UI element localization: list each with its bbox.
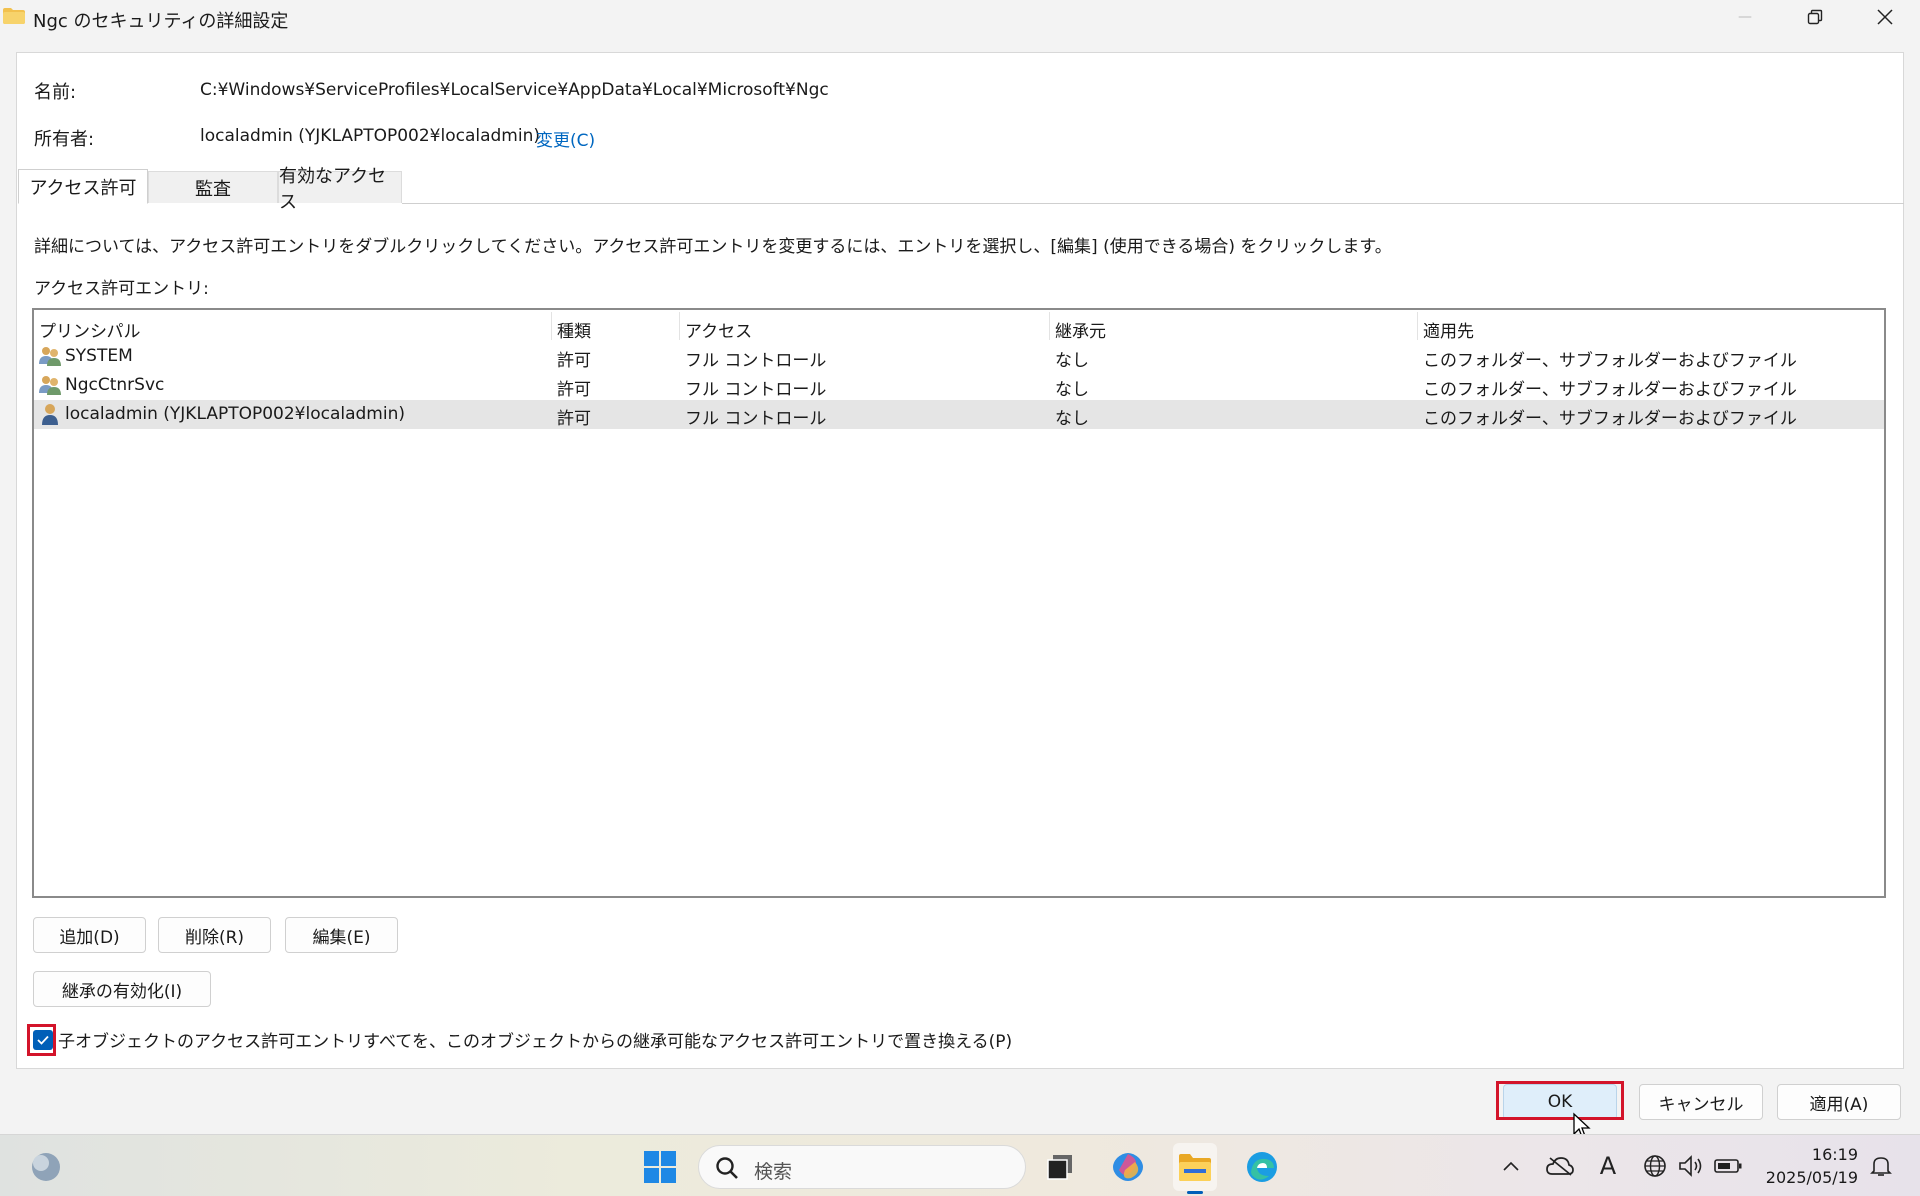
entry-access: フル コントロール [685,351,827,371]
speaker-icon [1679,1155,1702,1177]
copilot-icon [1113,1153,1143,1181]
tab-auditing[interactable]: 監査 [148,171,278,203]
ime-mode-indicator[interactable]: A [1594,1151,1622,1181]
principal-name: SYSTEM [65,346,133,366]
entry-inherited-from: なし [1055,409,1089,429]
clock-date: 2025/05/19 [1765,1168,1858,1187]
clock-time: 16:19 [1811,1145,1858,1164]
entries-label: アクセス許可エントリ: [34,279,209,299]
start-button[interactable] [640,1147,680,1187]
weather-icon [32,1153,60,1181]
column-separator[interactable] [679,312,680,340]
group-users-icon [39,376,61,395]
battery-icon [1714,1159,1742,1173]
chevron-up-icon [1503,1161,1519,1171]
network-button[interactable] [1640,1151,1670,1181]
widgets-button[interactable] [28,1149,64,1185]
close-icon [1877,9,1893,25]
entry-applies-to: このフォルダー、サブフォルダーおよびファイル [1423,409,1797,429]
file-explorer-icon [1179,1154,1211,1181]
principal-name: NgcCtnrSvc [65,375,165,395]
column-inherited-from[interactable]: 継承元 [1055,317,1106,342]
owner-value: localadmin (YJKLAPTOP002¥localadmin) [200,126,540,146]
column-separator[interactable] [1049,312,1050,340]
group-users-icon [39,347,61,366]
task-view-icon [1047,1155,1072,1180]
window-title: Ngc のセキュリティの詳細設定 [33,11,289,32]
network-globe-icon [1644,1155,1666,1177]
task-view-button[interactable] [1040,1147,1080,1187]
notifications-button[interactable] [1866,1151,1896,1181]
file-explorer-button[interactable] [1173,1143,1217,1191]
checkmark-icon [37,1035,49,1045]
owner-label: 所有者: [34,129,95,150]
permission-entries-table[interactable]: プリンシパル 種類 アクセス 継承元 適用先 SYSTEM 許可 フル コントロ… [32,308,1886,898]
column-applies-to[interactable]: 適用先 [1423,317,1474,342]
bell-icon [1870,1157,1892,1176]
user-icon [42,404,58,425]
edit-button[interactable]: 編集(E) [285,917,398,953]
search-icon [716,1157,738,1179]
entry-applies-to: このフォルダー、サブフォルダーおよびファイル [1423,351,1797,371]
replace-permissions-label[interactable]: 子オブジェクトのアクセス許可エントリすべてを、このオブジェクトからの継承可能なア… [58,1027,1012,1052]
change-owner-link[interactable]: 変更(C) [536,126,595,151]
entry-type: 許可 [557,351,591,371]
edge-icon [1247,1152,1277,1182]
entry-type: 許可 [557,409,591,429]
column-access[interactable]: アクセス [685,317,752,342]
entry-applies-to: このフォルダー、サブフォルダーおよびファイル [1423,380,1797,400]
replace-permissions-checkbox[interactable] [33,1030,53,1050]
apply-button[interactable]: 適用(A) [1777,1084,1901,1120]
copilot-button[interactable] [1108,1147,1148,1187]
cancel-button[interactable]: キャンセル [1639,1084,1763,1120]
entry-access: フル コントロール [685,409,827,429]
taskbar-search[interactable]: 検索 [698,1145,1026,1189]
folder-icon [3,8,25,24]
instructions-text: 詳細については、アクセス許可エントリをダブルクリックしてください。アクセス許可エ… [34,237,1392,257]
volume-button[interactable] [1676,1151,1706,1181]
show-hidden-icons-button[interactable] [1498,1152,1524,1180]
tab-effective-access[interactable]: 有効なアクセス [278,166,402,213]
entry-access: フル コントロール [685,380,827,400]
minimize-icon: — [1738,9,1752,25]
tab-permissions[interactable]: アクセス許可 [18,169,148,204]
taskbar: 検索 A 16:19 2025/05/19 [0,1134,1920,1196]
entry-inherited-from: なし [1055,380,1089,400]
highlight-box [1496,1081,1624,1120]
title-bar: Ngc のセキュリティの詳細設定 — [0,0,1920,36]
tab-strip: アクセス許可 監査 有効なアクセス [16,166,1904,213]
taskbar-clock[interactable]: 16:19 2025/05/19 [1762,1143,1858,1189]
minimize-button[interactable]: — [1712,0,1778,34]
table-row[interactable]: SYSTEM 許可 フル コントロール なし このフォルダー、サブフォルダーおよ… [34,342,1884,371]
name-label: 名前: [34,82,77,103]
column-separator[interactable] [551,312,552,340]
windows-logo-icon [644,1151,676,1183]
tab-divider [402,203,1904,204]
battery-button[interactable] [1712,1151,1744,1181]
entry-inherited-from: なし [1055,351,1089,371]
entry-type: 許可 [557,380,591,400]
onedrive-button[interactable] [1544,1151,1576,1181]
search-placeholder: 検索 [754,1161,793,1183]
active-app-indicator [1187,1191,1203,1194]
principal-name: localadmin (YJKLAPTOP002¥localadmin) [65,404,405,424]
remove-button[interactable]: 削除(R) [158,917,271,953]
object-path: C:¥Windows¥ServiceProfiles¥LocalService¥… [200,80,829,100]
column-type[interactable]: 種類 [557,317,591,342]
table-row[interactable]: NgcCtnrSvc 許可 フル コントロール なし このフォルダー、サブフォル… [34,371,1884,400]
onedrive-offline-icon [1546,1157,1574,1176]
column-separator[interactable] [1417,312,1418,340]
restore-button[interactable] [1782,0,1848,34]
enable-inheritance-button[interactable]: 継承の有効化(I) [33,971,211,1007]
add-button[interactable]: 追加(D) [33,917,146,953]
close-button[interactable] [1852,0,1918,34]
restore-icon [1807,9,1823,25]
table-row-selected[interactable]: localadmin (YJKLAPTOP002¥localadmin) 許可 … [34,400,1884,429]
table-header: プリンシパル 種類 アクセス 継承元 適用先 [34,310,1884,342]
column-principal[interactable]: プリンシパル [39,317,141,342]
edge-button[interactable] [1242,1147,1282,1187]
